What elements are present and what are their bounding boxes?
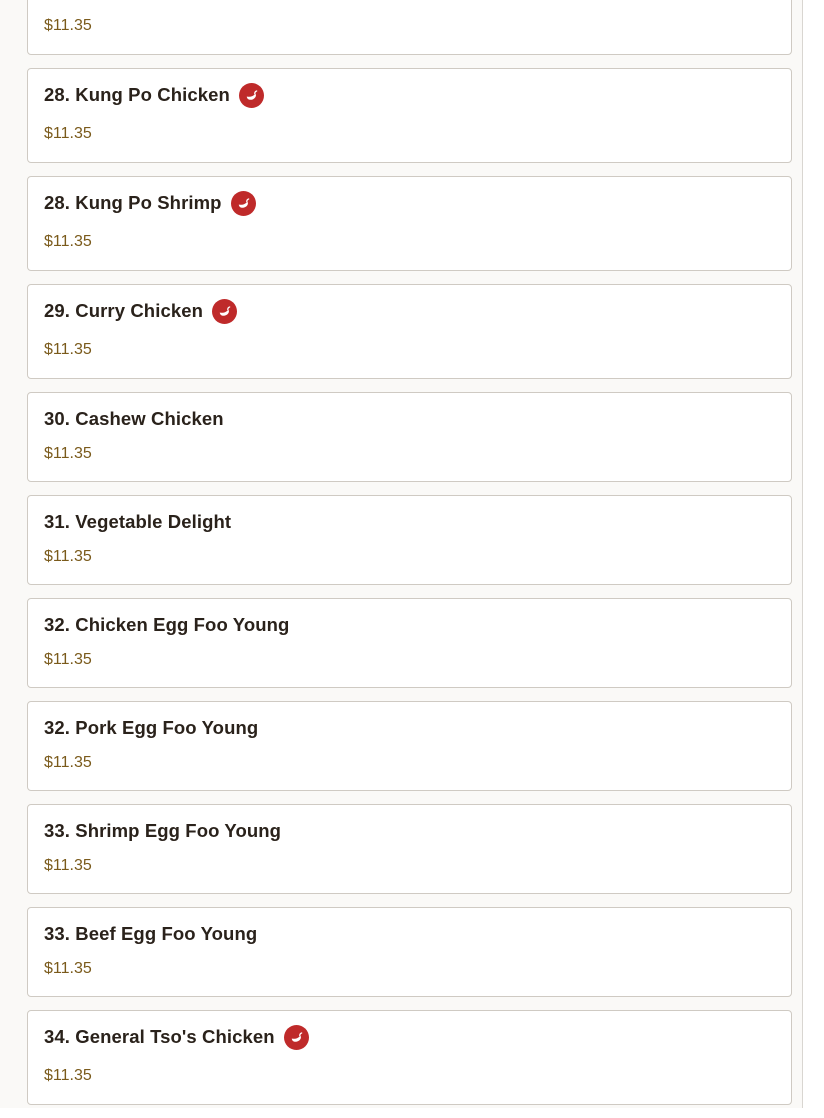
menu-item-price: $11.35	[44, 1067, 92, 1084]
menu-item[interactable]: 32. Pork Egg Foo Young $11.35	[27, 701, 792, 791]
menu-item[interactable]: 34. General Tso's Chicken $11.35	[27, 1010, 792, 1105]
menu-item-name: 33. Beef Egg Foo Young	[44, 923, 258, 944]
menu-panel: $11.35 28. Kung Po Chicken $11.35 28. Ku…	[0, 0, 803, 1108]
chili-pepper-icon	[283, 1024, 309, 1050]
chili-pepper-icon	[212, 298, 238, 324]
menu-item-price: $11.35	[44, 445, 92, 462]
menu-item-price: $11.35	[44, 651, 92, 668]
menu-item-name: 31. Vegetable Delight	[44, 511, 232, 532]
menu-item-name: 28. Kung Po Shrimp	[44, 192, 222, 213]
menu-item-price: $11.35	[44, 548, 92, 565]
menu-item-name: 32. Chicken Egg Foo Young	[44, 614, 290, 635]
menu-item-name: 33. Shrimp Egg Foo Young	[44, 820, 282, 841]
menu-item-price: $11.35	[44, 341, 92, 358]
menu-item[interactable]: 30. Cashew Chicken $11.35	[27, 392, 792, 482]
menu-item-name: 34. General Tso's Chicken	[44, 1026, 275, 1047]
menu-item-price: $11.35	[44, 17, 92, 34]
menu-item-name: 28. Kung Po Chicken	[44, 84, 230, 105]
menu-item-price: $11.35	[44, 857, 92, 874]
menu-item-price: $11.35	[44, 754, 92, 771]
menu-item[interactable]: $11.35	[27, 0, 792, 55]
menu-item[interactable]: 33. Beef Egg Foo Young $11.35	[27, 907, 792, 997]
menu-item-price: $11.35	[44, 233, 92, 250]
menu-item[interactable]: 32. Chicken Egg Foo Young $11.35	[27, 598, 792, 688]
menu-item-name: 30. Cashew Chicken	[44, 408, 224, 429]
menu-item[interactable]: 28. Kung Po Chicken $11.35	[27, 68, 792, 163]
menu-item-name: 29. Curry Chicken	[44, 300, 204, 321]
menu-item-price: $11.35	[44, 125, 92, 142]
menu-item-list: $11.35 28. Kung Po Chicken $11.35 28. Ku…	[27, 0, 792, 1118]
menu-item-name: 32. Pork Egg Foo Young	[44, 717, 259, 738]
chili-pepper-icon	[230, 190, 256, 216]
menu-item[interactable]: 29. Curry Chicken $11.35	[27, 284, 792, 379]
menu-item[interactable]: 33. Shrimp Egg Foo Young $11.35	[27, 804, 792, 894]
menu-item-price: $11.35	[44, 960, 92, 977]
chili-pepper-icon	[238, 82, 264, 108]
menu-item[interactable]: 28. Kung Po Shrimp $11.35	[27, 176, 792, 271]
menu-item[interactable]: 31. Vegetable Delight $11.35	[27, 495, 792, 585]
